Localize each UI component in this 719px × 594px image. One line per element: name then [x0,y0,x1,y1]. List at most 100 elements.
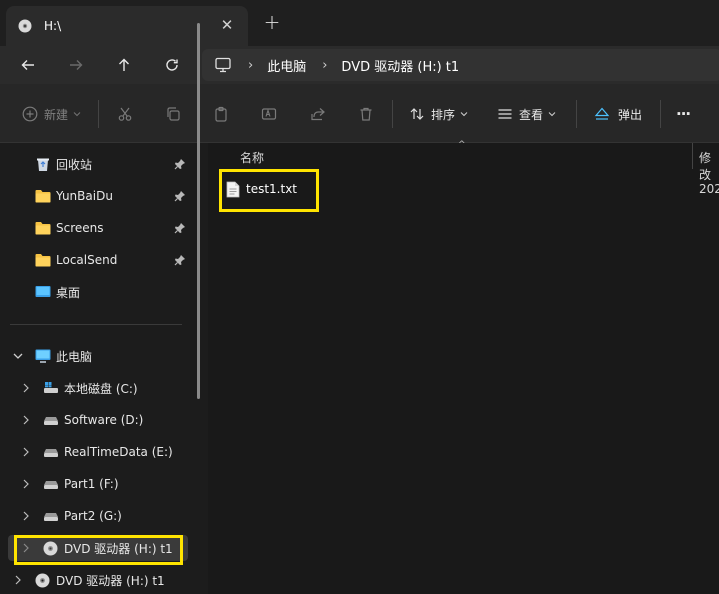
chevron-right-icon[interactable] [14,575,22,585]
column-header-modified[interactable]: 修改 [699,149,719,183]
recycle-bin-icon [37,158,49,171]
dvd-icon [35,573,50,587]
sidebar-item-dvd-media[interactable]: DVD 驱动器 (H:) t1 [0,567,200,593]
cut-button[interactable] [117,103,133,125]
sidebar-item-drive-c[interactable]: 本地磁盘 (C:) [0,375,200,401]
refresh-icon [166,59,178,71]
drive-icon [44,513,58,521]
dvd-icon [43,541,58,555]
view-button[interactable]: 查看 [497,103,556,125]
chevron-down-icon [460,112,468,117]
sidebar-item-label: 此电脑 [56,349,93,364]
eject-icon [594,107,610,120]
more-label: ··· [676,105,691,123]
share-button[interactable] [310,103,326,125]
chevron-right-icon[interactable] [22,447,30,457]
chevron-right-icon[interactable] [22,543,30,553]
chevron-down-icon[interactable] [13,352,23,360]
arrow-left-icon [21,60,34,70]
desktop-icon [35,286,51,297]
up-button[interactable] [113,54,135,76]
chevron-right-icon[interactable] [22,383,30,393]
sidebar-item-label: Software (D:) [64,413,144,427]
pin-icon[interactable] [174,254,186,266]
address-bar[interactable]: › 此电脑 › DVD 驱动器 (H:) t1 [202,49,719,81]
sidebar-item-label: Part1 (F:) [64,477,119,491]
sidebar-item-label: Part2 (G:) [64,509,122,523]
eject-label: 弹出 [618,107,643,122]
sidebar-item-recycle-bin[interactable]: 回收站 [0,151,200,177]
sidebar-item-drive-e[interactable]: RealTimeData (E:) [0,439,200,465]
scissors-icon [118,107,132,121]
view-list-icon [498,109,512,119]
refresh-button[interactable] [161,54,183,76]
paste-button[interactable] [213,103,229,125]
sidebar-item-drive-g[interactable]: Part2 (G:) [0,503,200,529]
folder-icon [35,254,51,267]
eject-button[interactable]: 弹出 [594,103,642,125]
command-bar: 新建 排序 查看 弹出 ··· [0,84,719,143]
drive-icon [44,449,58,457]
title-bar: H:\ ✕ + [0,0,719,46]
chevron-right-icon[interactable] [22,511,30,521]
column-divider[interactable] [692,143,693,169]
chevron-right-icon[interactable] [22,479,30,489]
drive-icon [44,417,58,425]
list-item[interactable]: test1.txt [226,177,297,201]
sidebar-item-localsend[interactable]: LocalSend [0,247,200,273]
copy-button[interactable] [165,103,181,125]
computer-icon [35,349,51,363]
forward-button[interactable] [65,54,87,76]
rename-icon [261,108,277,120]
trash-icon [360,107,372,121]
sidebar-item-label: RealTimeData (E:) [64,445,173,459]
pin-icon[interactable] [174,190,186,202]
navigation-pane: 回收站 YunBaiDu Screens LocalSend 桌面 此电脑 本地… [0,23,208,594]
dvd-icon [18,19,32,33]
sidebar-item-label: 桌面 [56,285,81,300]
sidebar-divider [10,324,182,325]
sidebar-item-yunbaidu[interactable]: YunBaiDu [0,183,200,209]
clipboard-icon [215,106,227,122]
sidebar-item-label: 回收站 [56,157,93,172]
new-button[interactable]: 新建 [22,103,81,125]
toolbar-divider [392,100,393,128]
file-modified-date: 202 [699,182,719,196]
pin-icon[interactable] [174,158,186,170]
sidebar-item-screens[interactable]: Screens [0,215,200,241]
windows-drive-icon [44,382,58,393]
breadcrumb-dvd-drive[interactable]: DVD 驱动器 (H:) t1 [341,56,459,75]
sort-ascending-icon: ^ [458,140,466,150]
sidebar-item-label: YunBaiDu [56,189,113,203]
file-list: ^ 名称 修改 test1.txt 202 [208,140,719,594]
navigation-bar: › 此电脑 › DVD 驱动器 (H:) t1 [0,46,719,84]
close-tab-button[interactable]: ✕ [218,16,236,34]
chevron-down-icon [548,112,556,117]
breadcrumb-separator: › [248,57,254,73]
delete-button[interactable] [358,103,374,125]
back-button[interactable] [17,54,39,76]
sidebar-item-drive-h[interactable]: DVD 驱动器 (H:) t1 [8,535,188,561]
column-header-name[interactable]: 名称 [240,149,264,166]
chevron-right-icon[interactable] [22,415,30,425]
computer-icon [215,57,231,73]
sidebar-item-drive-d[interactable]: Software (D:) [0,407,200,433]
sidebar-item-desktop[interactable]: 桌面 [0,279,200,305]
breadcrumb-this-pc[interactable]: 此电脑 [267,56,306,75]
pin-icon[interactable] [174,222,186,234]
rename-button[interactable] [261,103,277,125]
new-label: 新建 [44,107,69,122]
chevron-down-icon [73,112,81,117]
sidebar-item-this-pc[interactable]: 此电脑 [0,343,200,369]
drive-icon [44,481,58,489]
sort-button[interactable]: 排序 [409,103,468,125]
folder-icon [35,190,51,203]
more-options-button[interactable]: ··· [676,103,691,125]
view-label: 查看 [519,107,544,122]
sidebar-scrollbar[interactable] [197,23,200,399]
sidebar-item-drive-f[interactable]: Part1 (F:) [0,471,200,497]
new-tab-button[interactable]: + [262,10,282,34]
folder-icon [35,222,51,235]
share-icon [311,108,325,121]
tab-h-drive[interactable]: H:\ ✕ [6,6,248,46]
